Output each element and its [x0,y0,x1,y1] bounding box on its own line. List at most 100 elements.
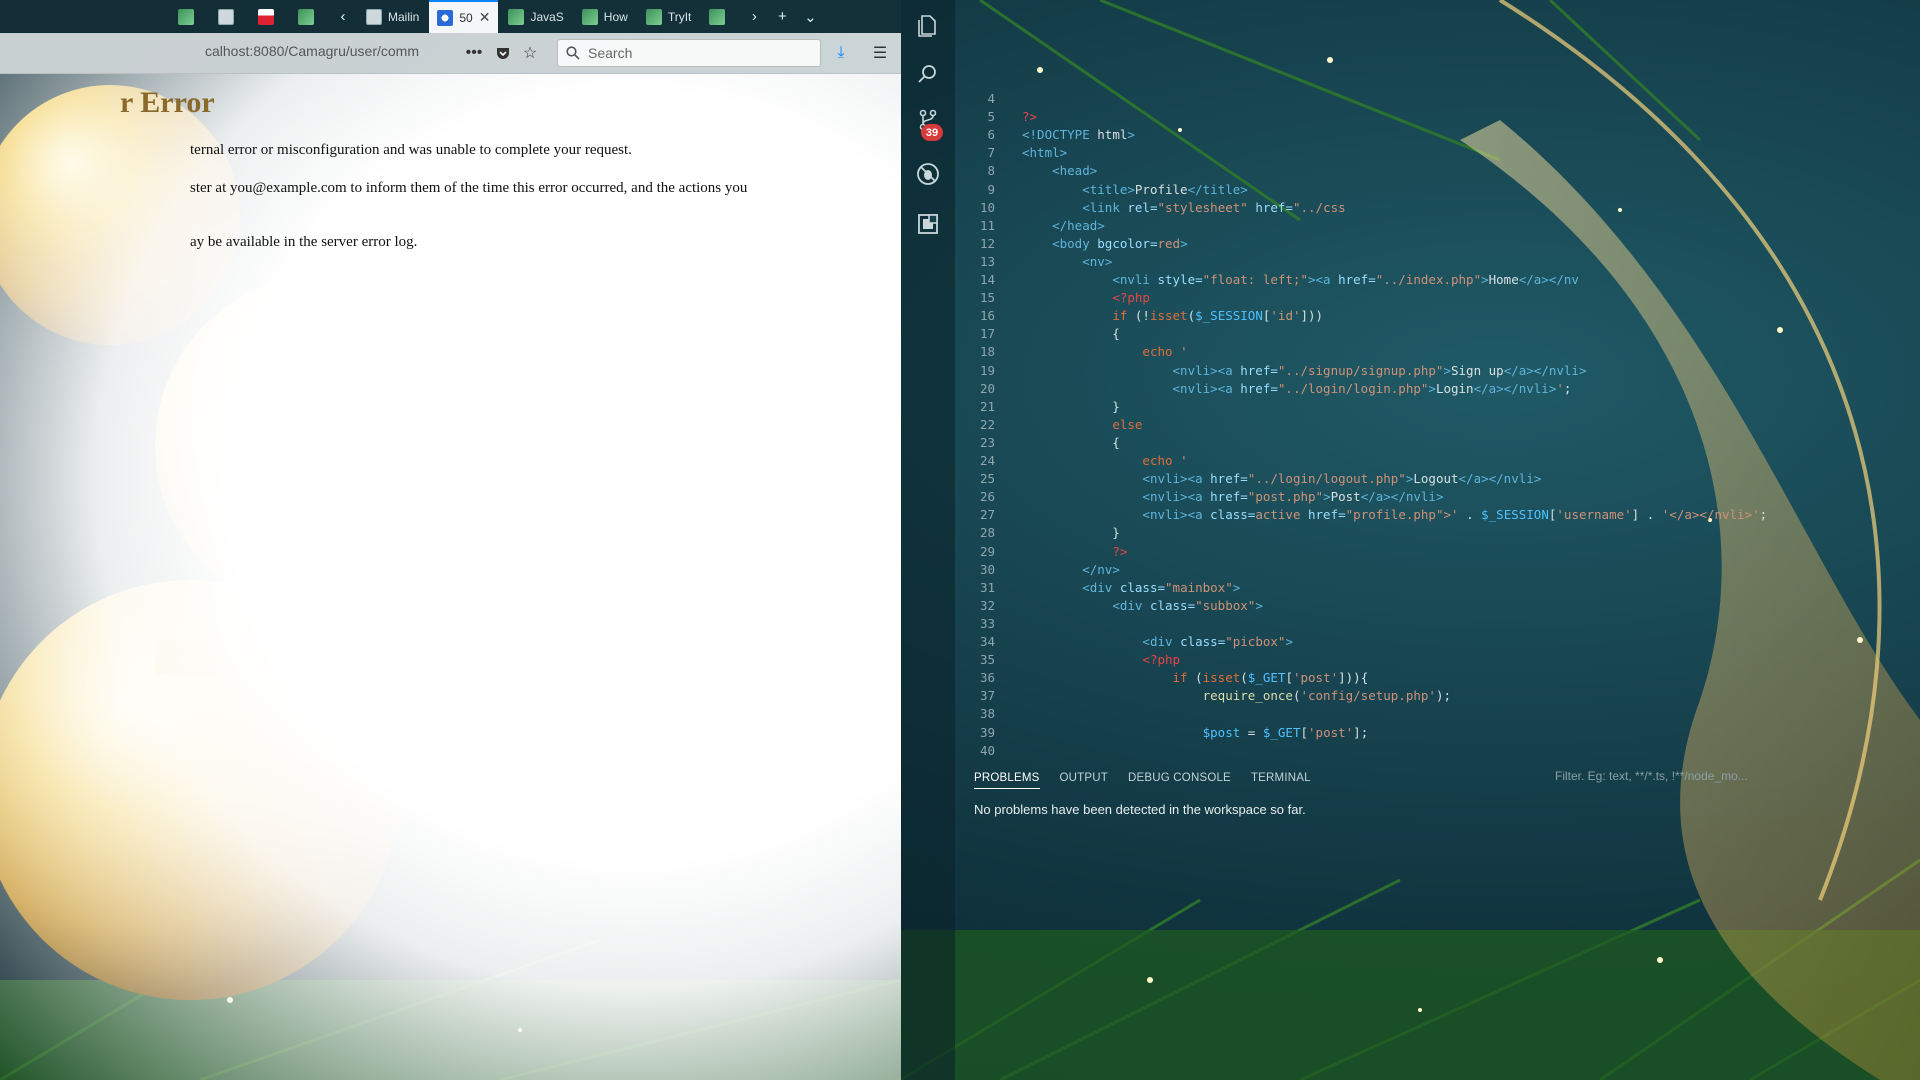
tab-list-chevron-down-icon[interactable]: ⌄ [797,0,823,33]
code-token: <div [1112,597,1150,613]
line-code: <html> [1022,144,1067,162]
code-token: require_once [1202,688,1293,704]
code-token: "../login/login.php" [1277,380,1429,396]
line-code: <head> [1022,162,1097,180]
line-number: 14 [979,272,995,287]
search-icon [566,46,580,60]
line-code: <nvli><a href="post.php">Post</a></nvli> [1022,488,1444,506]
tab-10[interactable] [701,0,739,33]
line-number: 16 [979,308,995,324]
tab-active[interactable]: 50 ✕ [429,0,499,33]
bookmark-star-icon[interactable]: ☆ [518,41,542,65]
line-number: 9 [987,181,995,197]
code-token: else [1112,416,1143,432]
code-token: > [1232,579,1241,595]
code-token: <nvli><a [1142,471,1211,487]
sheet-favicon-icon [178,8,194,25]
code-token: "../index.php" [1375,272,1482,287]
line-code: </nv> [1022,561,1120,579]
navigation-toolbar: calhost:8080/Camagru/user/comm ••• ☆ Sea… [0,33,901,74]
error-message-1: ternal error or misconfiguration and was… [190,142,632,158]
problems-filter-input[interactable]: Filter. Eg: text, **/*.ts, !**/node_mo..… [1555,769,1805,783]
url-bar[interactable]: calhost:8080/Camagru/user/comm [205,43,455,59]
code-token: "subbox" [1195,597,1256,613]
code-token: <head> [1052,163,1098,179]
code-token: active [1255,507,1308,523]
tab-output[interactable]: OUTPUT [1060,772,1108,789]
pocket-icon[interactable] [491,41,515,65]
line-number: 19 [979,362,995,378]
menu-hamburger-icon[interactable]: ☰ [868,41,892,65]
search-icon[interactable] [912,58,944,90]
search-input[interactable]: Search [557,39,821,67]
line-code: <title>Profile</title> [1022,181,1248,199]
line-code: <body bgcolor=red> [1022,235,1187,253]
code-token: } [1022,398,1120,414]
code-token: <div [1082,579,1120,595]
code-token: style= [1157,272,1203,287]
line-code: <nvli><a href="../login/logout.php">Logo… [1022,470,1541,488]
tab-how[interactable]: How [574,0,636,33]
tab-terminal[interactable]: TERMINAL [1251,772,1311,789]
tab-javascript[interactable]: JavaS [500,0,571,33]
code-token: <title> [1082,181,1135,197]
code-token: <nv> [1082,253,1113,269]
code-token: href= [1210,471,1248,487]
tab-tryit[interactable]: TryIt [638,0,700,33]
extensions-icon[interactable] [912,208,944,240]
code-token: ' [1556,380,1564,396]
code-token: <nvli><a [1172,380,1241,396]
new-tab-plus-icon[interactable]: + [769,0,795,33]
code-token: "../css [1292,199,1346,215]
code-token: </title> [1187,181,1248,197]
code-token: 'post' [1292,670,1339,686]
explorer-files-icon[interactable] [912,10,944,42]
tab-2[interactable] [210,0,248,33]
tab-debug-console[interactable]: DEBUG CONSOLE [1128,772,1231,789]
line-code: else [1022,416,1142,434]
code-token: { [1022,434,1120,450]
line-code: if (isset($_GET['post'])){ [1022,669,1369,687]
code-token: <link [1082,199,1128,215]
tab-1[interactable] [170,0,208,33]
line-code: <?php [1022,651,1180,669]
code-token: </a></nvli> [1360,489,1444,505]
code-token: </a></nvli> [1503,362,1587,378]
code-token: class= [1180,634,1226,649]
page-actions-more-icon[interactable]: ••• [462,41,486,65]
code-token: if [1112,308,1135,324]
tab-mailing[interactable]: Mailin [358,0,427,33]
code-token: = [1240,724,1263,740]
code-token: html [1097,127,1128,143]
shield-favicon-icon [437,9,454,26]
code-token: $_SESSION [1481,507,1549,523]
scroll-tabs-left-icon[interactable]: ‹ [330,0,356,33]
code-token: bgcolor= [1097,235,1158,251]
code-token: <body [1052,235,1098,251]
code-editor[interactable]: 4 5 ?> 6 <!DOCTYPE html> 7 <html> 8 <head> 9 <ti… [955,0,1920,758]
scroll-tabs-right-icon[interactable]: › [741,0,767,33]
bottom-panel: PROBLEMS OUTPUT DEBUG CONSOLE TERMINAL F… [955,757,1920,1080]
downloads-icon[interactable]: ⤓ [829,41,853,65]
code-token: </a></nvli> [1473,380,1557,396]
code-token: [ [1300,724,1309,740]
debug-no-bug-icon[interactable] [912,158,944,190]
code-token: class= [1149,597,1196,613]
tab-problems[interactable]: PROBLEMS [974,772,1040,789]
code-token: ])) [1300,308,1324,324]
close-tab-icon[interactable]: ✕ [479,9,491,26]
tab-4[interactable] [290,0,328,33]
line-code: <div class="picbox"> [1022,633,1293,651]
code-token: <nvli><a [1172,362,1241,378]
code-token: <?php [1112,290,1150,306]
code-token: Login [1435,380,1474,396]
line-code: <nvli><a class=active href="profile.php"… [1022,506,1767,524]
tab-3[interactable] [250,0,288,33]
